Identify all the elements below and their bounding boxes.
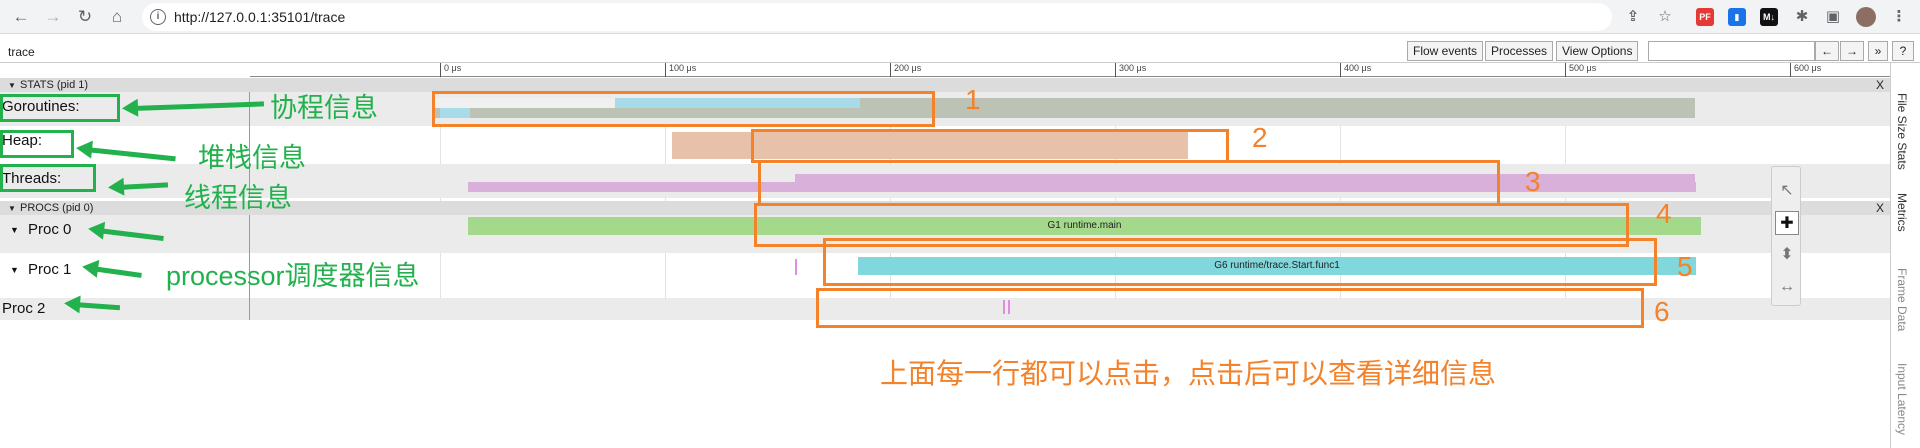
collapse-triangle-icon[interactable]: ▼	[8, 204, 16, 213]
annotation-number: 3	[1525, 166, 1541, 197]
annotation-box-5	[823, 238, 1657, 286]
ruler-tick: 300 μs	[1115, 63, 1146, 77]
annotation-number: 4	[1656, 198, 1672, 229]
site-info-icon[interactable]: i	[150, 9, 166, 25]
ruler-tick: 500 μs	[1565, 63, 1596, 77]
forward-icon[interactable]: →	[42, 6, 64, 28]
procs-group-label: PROCS (pid 0)	[20, 202, 94, 214]
tab-metrics[interactable]: Metrics	[1895, 193, 1909, 232]
pdf-extension-icon[interactable]: PF	[1696, 8, 1714, 26]
select-icon[interactable]: ↖	[1775, 179, 1799, 203]
trace-title: trace	[8, 45, 35, 59]
collapse-triangle-icon[interactable]: ▼	[8, 81, 16, 90]
zoom-icon[interactable]: ⬍	[1775, 243, 1799, 267]
help-button[interactable]: ?	[1892, 41, 1914, 61]
processes-button[interactable]: Processes	[1485, 41, 1554, 61]
avatar[interactable]	[1856, 7, 1876, 27]
ruler-tick: 0 μs	[440, 63, 461, 77]
url-text: http://127.0.0.1:35101/trace	[174, 9, 346, 25]
trace-toolbar: trace Flow events Processes View Options…	[0, 39, 1920, 63]
label-highlight-threads	[0, 164, 96, 192]
annotation-processor: processor调度器信息	[166, 261, 420, 291]
annotation-box-1	[432, 91, 935, 127]
ruler-tick: 100 μs	[665, 63, 696, 77]
stats-group-label: STATS (pid 1)	[20, 79, 89, 91]
annotation-heap: 堆栈信息	[198, 143, 306, 173]
share-icon[interactable]: ⇪	[1624, 8, 1642, 26]
proc-1-tiny-slice[interactable]	[795, 259, 797, 275]
prev-button[interactable]: ←	[1815, 41, 1839, 61]
sidepanel-icon[interactable]: ▣	[1824, 8, 1842, 26]
ruler-tick: 400 μs	[1340, 63, 1371, 77]
chart-extension-icon[interactable]: ▮	[1728, 8, 1746, 26]
reload-icon[interactable]: ↻	[74, 6, 96, 28]
annotation-box-2	[751, 129, 1229, 163]
timing-icon[interactable]: ↔	[1775, 275, 1799, 299]
close-icon[interactable]: X	[1876, 201, 1884, 215]
mouse-mode-toolbar: ↖ ✚ ⬍ ↔	[1771, 166, 1801, 306]
ruler-tick: 200 μs	[890, 63, 921, 77]
search-input[interactable]	[1648, 41, 1815, 61]
flow-events-button[interactable]: Flow events	[1407, 41, 1484, 61]
browser-toolbar: ← → ↻ ⌂ i http://127.0.0.1:35101/trace ⇪…	[0, 0, 1920, 34]
annotation-goroutines: 协程信息	[270, 93, 378, 123]
label-highlight-goroutines	[0, 94, 120, 122]
side-panel-tabs: File Size Stats Metrics Frame Data Input…	[1890, 63, 1920, 448]
annotation-number: 2	[1252, 122, 1268, 153]
annotation-note: 上面每一行都可以点击，点击后可以查看详细信息	[880, 358, 1497, 389]
back-icon[interactable]: ←	[10, 6, 32, 28]
pan-icon[interactable]: ✚	[1775, 211, 1799, 235]
annotation-box-6	[816, 288, 1644, 328]
close-icon[interactable]: X	[1876, 78, 1884, 92]
annotation-number: 5	[1677, 251, 1693, 282]
annotation-number: 6	[1654, 296, 1670, 327]
next-button[interactable]: →	[1840, 41, 1864, 61]
row-label: Proc 2	[0, 298, 250, 320]
annotation-box-3	[758, 160, 1500, 206]
md-extension-icon[interactable]: M↓	[1760, 8, 1778, 26]
expand-triangle-icon: ▼	[10, 265, 19, 275]
more-button[interactable]: »	[1868, 41, 1888, 61]
puzzle-icon[interactable]: ✱	[1793, 8, 1811, 26]
star-icon[interactable]: ☆	[1656, 8, 1674, 26]
label-highlight-heap	[0, 130, 74, 158]
tab-frame-data[interactable]: Frame Data	[1895, 268, 1909, 331]
tab-file-size-stats[interactable]: File Size Stats	[1895, 93, 1909, 170]
expand-triangle-icon: ▼	[10, 225, 19, 235]
view-options-button[interactable]: View Options	[1556, 41, 1639, 61]
menu-icon[interactable]: ⋮	[1890, 8, 1908, 26]
time-ruler[interactable]: 0 μs 100 μs 200 μs 300 μs 400 μs 500 μs …	[250, 63, 1890, 77]
annotation-threads: 线程信息	[184, 183, 292, 213]
address-bar[interactable]: i http://127.0.0.1:35101/trace	[142, 3, 1612, 31]
tab-input-latency[interactable]: Input Latency	[1895, 363, 1909, 435]
home-icon[interactable]: ⌂	[106, 6, 128, 28]
annotation-number: 1	[965, 84, 981, 115]
ruler-tick: 600 μs	[1790, 63, 1821, 77]
